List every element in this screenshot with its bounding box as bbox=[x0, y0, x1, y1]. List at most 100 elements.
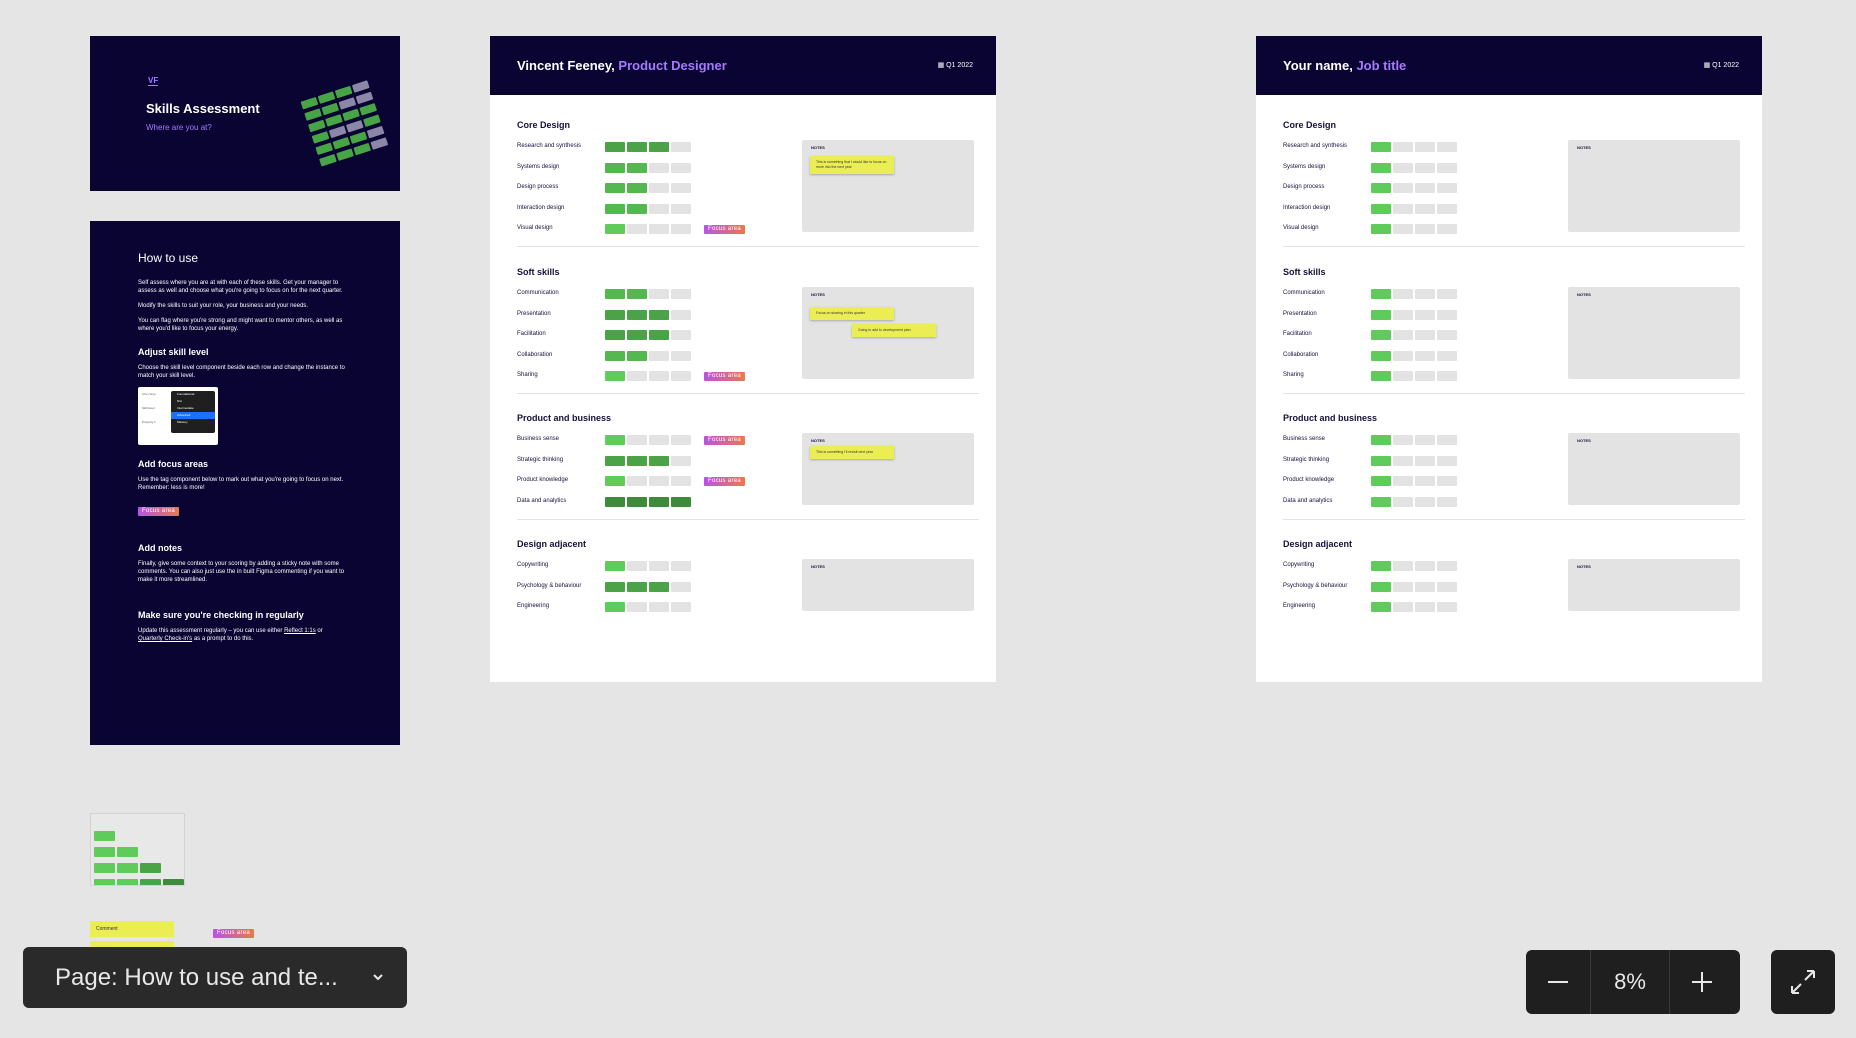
focus-area-tag[interactable]: Focus area bbox=[704, 477, 746, 486]
skill-label: Product knowledge bbox=[517, 477, 569, 483]
skill-level-bars[interactable] bbox=[1371, 224, 1457, 234]
skill-level-bars[interactable] bbox=[605, 309, 691, 320]
skill-level-bars[interactable] bbox=[605, 581, 691, 592]
skill-level-bars[interactable] bbox=[1371, 496, 1457, 507]
skill-level-segment bbox=[649, 371, 669, 381]
skill-level-bars[interactable] bbox=[605, 496, 691, 507]
skill-level-bars[interactable] bbox=[1371, 581, 1457, 592]
skill-level-segment bbox=[1371, 350, 1391, 361]
cover-frame[interactable]: VF Skills Assessment Where are you at? bbox=[90, 36, 400, 191]
skill-level-bars[interactable] bbox=[605, 330, 691, 340]
skill-level-segment bbox=[1371, 203, 1391, 214]
reflect-link[interactable]: Reflect 1:1s bbox=[284, 628, 316, 634]
page-selector[interactable]: Page: How to use and te... bbox=[23, 947, 407, 1008]
skill-level-bars[interactable] bbox=[1371, 455, 1457, 466]
skill-level-segment bbox=[1415, 350, 1435, 361]
skill-level-segment bbox=[1393, 350, 1413, 361]
skill-level-bars[interactable] bbox=[1371, 476, 1457, 486]
skill-level-bars[interactable] bbox=[605, 142, 691, 152]
skill-level-bars[interactable] bbox=[605, 455, 691, 466]
skill-level-bars[interactable] bbox=[1371, 142, 1457, 152]
skill-level-segment bbox=[671, 142, 691, 152]
skill-level-segment bbox=[671, 455, 691, 466]
skill-label: Design process bbox=[1283, 184, 1325, 190]
skill-level-segment bbox=[605, 435, 625, 445]
card-name: Your name, Job title bbox=[1283, 58, 1406, 73]
skill-level-bars[interactable] bbox=[1371, 561, 1457, 571]
skill-level-segment bbox=[605, 142, 625, 152]
skill-level-component[interactable] bbox=[90, 813, 185, 886]
notes-panel[interactable]: NOTES This is something that I would like… bbox=[802, 140, 974, 232]
skill-row: Interaction design bbox=[1283, 203, 1543, 215]
skill-level-bars[interactable] bbox=[605, 561, 691, 571]
skill-level-bars[interactable] bbox=[605, 162, 691, 173]
focus-area-tag[interactable]: Focus area bbox=[704, 225, 746, 234]
skill-level-bars[interactable] bbox=[605, 435, 691, 445]
skill-level-segment bbox=[1393, 476, 1413, 486]
regular-title: Make sure you're checking in regularly bbox=[138, 610, 304, 620]
focus-tag-component[interactable]: Focus area bbox=[213, 921, 255, 939]
notes-panel[interactable]: NOTES bbox=[1568, 140, 1740, 232]
skill-row: Visual design Focus area bbox=[517, 224, 777, 235]
skill-level-bars[interactable] bbox=[1371, 350, 1457, 361]
skill-level-segment bbox=[1371, 330, 1391, 340]
skill-row: Product knowledge Focus area bbox=[517, 476, 777, 487]
zoom-out-button[interactable] bbox=[1526, 950, 1590, 1014]
sticky-note[interactable]: Focus on sharing in this quarter bbox=[810, 307, 894, 320]
skill-level-mockup: Che comp Skill level Property 1 Foundati… bbox=[138, 387, 218, 445]
skill-row: Business sense Focus area bbox=[517, 435, 777, 446]
skill-level-bars[interactable] bbox=[1371, 371, 1457, 381]
skill-row: Copywriting bbox=[517, 561, 777, 572]
skill-level-bars[interactable] bbox=[1371, 183, 1457, 193]
sticky-note[interactable]: This is something that I would like to f… bbox=[810, 156, 894, 174]
notes-panel[interactable]: NOTES bbox=[1568, 559, 1740, 611]
notes-panel[interactable]: NOTES bbox=[1568, 433, 1740, 505]
fullscreen-button[interactable] bbox=[1771, 950, 1835, 1014]
skill-level-segment bbox=[649, 350, 669, 361]
skill-level-bars[interactable] bbox=[1371, 330, 1457, 340]
assessment-card-template[interactable]: Your name, Job title ▦ Q1 2022 Core Desi… bbox=[1256, 36, 1762, 682]
skill-level-bars[interactable] bbox=[1371, 289, 1457, 299]
how-to-use-frame[interactable]: How to use Self assess where you are at … bbox=[90, 221, 400, 745]
skill-label: Visual design bbox=[1283, 225, 1319, 231]
skill-level-bars[interactable] bbox=[1371, 309, 1457, 320]
skill-level-bars[interactable] bbox=[605, 203, 691, 214]
notes-panel[interactable]: NOTES Focus on sharing in this quarter Goi… bbox=[802, 287, 974, 379]
skill-row: Engineering bbox=[517, 602, 777, 613]
skill-level-bars[interactable] bbox=[605, 371, 691, 381]
sticky-note[interactable]: This is something I'll revisit next year bbox=[810, 446, 894, 459]
skill-row: Psychology & behaviour bbox=[517, 581, 777, 593]
focus-area-tag[interactable]: Focus area bbox=[704, 372, 746, 381]
skill-level-bars[interactable] bbox=[605, 476, 691, 486]
skill-level-bars[interactable] bbox=[1371, 435, 1457, 445]
notes-panel[interactable]: NOTES bbox=[1568, 287, 1740, 379]
skill-label: Copywriting bbox=[517, 562, 549, 568]
focus-area-tag[interactable]: Focus area bbox=[213, 929, 255, 938]
skill-level-bars[interactable] bbox=[605, 183, 691, 193]
skill-label: Collaboration bbox=[1283, 351, 1319, 358]
chevron-down-icon bbox=[373, 974, 383, 981]
quarterly-link[interactable]: Quarterly Check-in's bbox=[138, 636, 192, 642]
skill-label: Copywriting bbox=[1283, 562, 1315, 568]
skill-level-bars[interactable] bbox=[605, 224, 691, 234]
skill-level-segment bbox=[1371, 183, 1391, 193]
zoom-in-button[interactable] bbox=[1670, 950, 1734, 1014]
skill-level-bars[interactable] bbox=[1371, 602, 1457, 612]
skill-level-segment bbox=[1415, 435, 1435, 445]
regular-text-part: as a prompt to do this. bbox=[192, 636, 254, 642]
skill-level-bars[interactable] bbox=[605, 350, 691, 361]
assessment-card-vincent[interactable]: Vincent Feeney, Product Designer ▦ Q1 20… bbox=[490, 36, 996, 682]
notes-panel[interactable]: NOTES bbox=[802, 559, 974, 611]
skill-level-segment bbox=[649, 330, 669, 340]
skill-level-bars[interactable] bbox=[1371, 203, 1457, 214]
skill-level-segment bbox=[649, 476, 669, 486]
notes-panel[interactable]: NOTES This is something I'll revisit next… bbox=[802, 433, 974, 505]
skill-level-bars[interactable] bbox=[1371, 162, 1457, 173]
focus-area-tag[interactable]: Focus area bbox=[138, 507, 180, 516]
skill-row: Product knowledge bbox=[1283, 476, 1543, 487]
focus-area-tag[interactable]: Focus area bbox=[704, 436, 746, 445]
skill-level-bars[interactable] bbox=[605, 289, 691, 299]
sticky-note[interactable]: Going to add to development plan bbox=[852, 324, 936, 337]
skill-level-segment bbox=[627, 561, 647, 571]
skill-level-bars[interactable] bbox=[605, 602, 691, 612]
